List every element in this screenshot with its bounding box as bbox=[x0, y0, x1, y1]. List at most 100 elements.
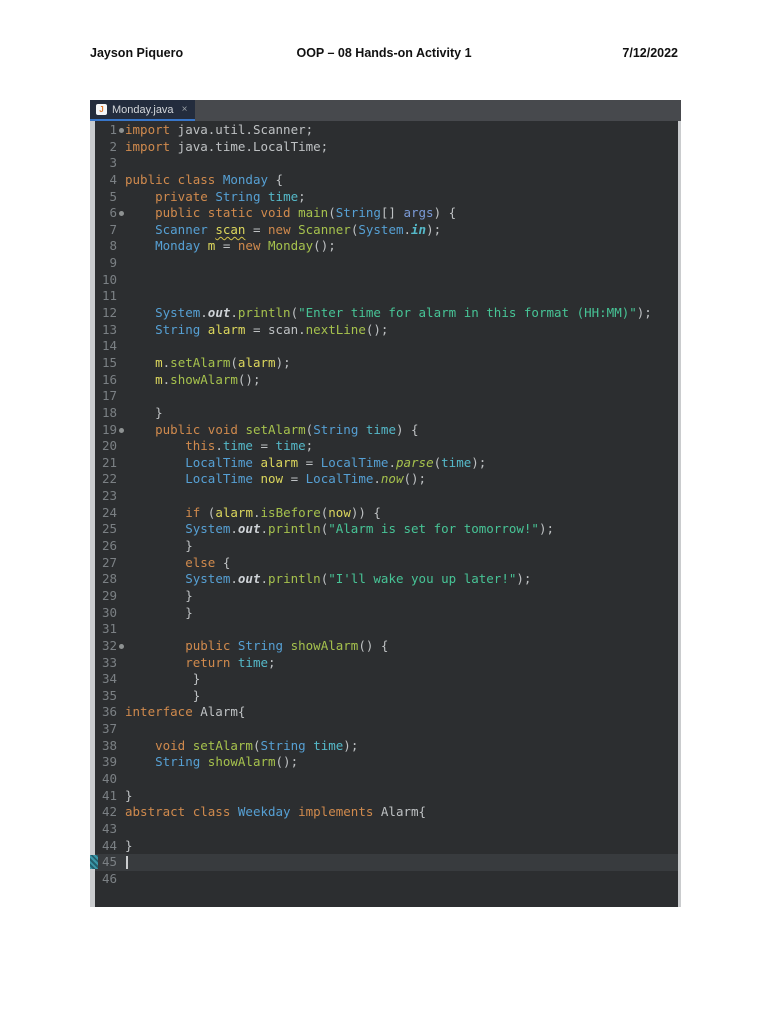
code-line[interactable]: 27 else { bbox=[90, 555, 678, 572]
gutter-mark-cell bbox=[117, 255, 125, 272]
code-line[interactable]: 7 Scanner scan = new Scanner(System.in); bbox=[90, 222, 678, 239]
code-line[interactable]: 1 import java.util.Scanner; bbox=[90, 122, 678, 139]
code-text: } bbox=[125, 587, 193, 603]
code-line[interactable]: 22 LocalTime now = LocalTime.now(); bbox=[90, 471, 678, 488]
gutter-mark-cell bbox=[117, 405, 125, 422]
code-line[interactable]: 9 bbox=[90, 255, 678, 272]
gutter-mark-cell bbox=[117, 854, 125, 871]
code-line[interactable]: 10 bbox=[90, 272, 678, 289]
gutter-mark-cell bbox=[117, 322, 125, 339]
code-text: private String time; bbox=[155, 188, 306, 204]
code-text: LocalTime alarm = LocalTime.parse(time); bbox=[185, 454, 487, 470]
code-line[interactable]: 36 interface Alarm{ bbox=[90, 704, 678, 721]
code-text: } bbox=[125, 671, 201, 687]
code-line[interactable]: 43 bbox=[90, 821, 678, 838]
gutter-mark-cell bbox=[117, 671, 125, 688]
code-line[interactable]: 2 import java.time.LocalTime; bbox=[90, 139, 678, 156]
code-text: m.setAlarm(alarm); bbox=[155, 354, 291, 370]
code-line[interactable]: 24 if (alarm.isBefore(now)) { bbox=[90, 505, 678, 522]
code-line[interactable]: 25 System.out.println("Alarm is set for … bbox=[90, 521, 678, 538]
gutter-mark-cell bbox=[117, 571, 125, 588]
code-line[interactable]: 29 } bbox=[90, 588, 678, 605]
code-line[interactable]: 39 String showAlarm(); bbox=[90, 754, 678, 771]
code-line[interactable]: 11 bbox=[90, 288, 678, 305]
gutter-mark-cell bbox=[117, 122, 125, 139]
gutter-mark-cell bbox=[117, 471, 125, 488]
gutter-mark-cell bbox=[117, 438, 125, 455]
code-text: } bbox=[125, 604, 193, 620]
code-line[interactable]: 3 bbox=[90, 155, 678, 172]
gutter-mark-cell bbox=[117, 738, 125, 755]
code-line[interactable]: 13 String alarm = scan.nextLine(); bbox=[90, 322, 678, 339]
gutter-mark-cell bbox=[117, 555, 125, 572]
gutter-mark-cell bbox=[117, 655, 125, 672]
fold-dot-icon bbox=[119, 128, 124, 133]
code-line[interactable]: 35 } bbox=[90, 688, 678, 705]
code-line[interactable]: 5 private String time; bbox=[90, 189, 678, 206]
code-text: else { bbox=[185, 554, 231, 570]
gutter-mark-cell bbox=[117, 172, 125, 189]
text-cursor bbox=[126, 856, 128, 870]
code-line[interactable]: 40 bbox=[90, 771, 678, 788]
code-line[interactable]: 16 m.showAlarm(); bbox=[90, 372, 678, 389]
code-text: String showAlarm(); bbox=[155, 754, 299, 770]
gutter-mark-cell bbox=[117, 238, 125, 255]
code-line[interactable]: 15 m.setAlarm(alarm); bbox=[90, 355, 678, 372]
document-header: Jayson Piquero OOP – 08 Hands-on Activit… bbox=[90, 46, 678, 60]
gutter-mark-cell bbox=[117, 355, 125, 372]
code-text: Monday m = new Monday(); bbox=[155, 238, 336, 254]
code-line[interactable]: 12 System.out.println("Enter time for al… bbox=[90, 305, 678, 322]
code-line[interactable]: 21 LocalTime alarm = LocalTime.parse(tim… bbox=[90, 455, 678, 472]
code-text: public String showAlarm() { bbox=[185, 637, 389, 653]
code-line[interactable]: 31 bbox=[90, 621, 678, 638]
gutter-mark-cell bbox=[117, 638, 125, 655]
code-editor[interactable]: 1 import java.util.Scanner; 2 import java.t… bbox=[90, 121, 681, 907]
ide-screenshot: J Monday.java × 1 import java.util.Scanne… bbox=[90, 100, 681, 907]
code-line[interactable]: 19 public void setAlarm(String time) { bbox=[90, 422, 678, 439]
code-line[interactable]: 18 } bbox=[90, 405, 678, 422]
code-line[interactable]: 20 this.time = time; bbox=[90, 438, 678, 455]
code-line[interactable]: 44} bbox=[90, 838, 678, 855]
code-line[interactable]: 41} bbox=[90, 788, 678, 805]
gutter-mark-cell bbox=[117, 871, 125, 888]
code-text: abstract class Weekday implements Alarm{ bbox=[125, 804, 427, 820]
tab-monday-java[interactable]: J Monday.java × bbox=[90, 100, 196, 121]
gutter-mark-cell bbox=[117, 422, 125, 439]
code-line[interactable]: 45 bbox=[90, 854, 678, 871]
code-text: } bbox=[125, 837, 133, 853]
gutter-mark-cell bbox=[117, 222, 125, 239]
code-line[interactable]: 30 } bbox=[90, 605, 678, 622]
gutter-mark-cell bbox=[117, 721, 125, 738]
code-text: public void setAlarm(String time) { bbox=[155, 421, 419, 437]
gutter-mark-cell bbox=[117, 688, 125, 705]
code-text: String alarm = scan.nextLine(); bbox=[155, 321, 389, 337]
code-text: interface Alarm{ bbox=[125, 704, 246, 720]
code-text: import java.time.LocalTime; bbox=[125, 138, 329, 154]
code-line[interactable]: 14 bbox=[90, 338, 678, 355]
gutter-mark-cell bbox=[117, 788, 125, 805]
code-line[interactable]: 28 System.out.println("I'll wake you up … bbox=[90, 571, 678, 588]
code-text: } bbox=[125, 787, 133, 803]
fold-dot-icon bbox=[119, 211, 124, 217]
right-edge-strip bbox=[678, 121, 681, 907]
tab-close-icon[interactable]: × bbox=[182, 104, 188, 115]
code-line[interactable]: 38 void setAlarm(String time); bbox=[90, 738, 678, 755]
code-line[interactable]: 37 bbox=[90, 721, 678, 738]
code-line[interactable]: 6 public static void main(String[] args)… bbox=[90, 205, 678, 222]
code-line[interactable]: 4 public class Monday { bbox=[90, 172, 678, 189]
code-line[interactable]: 23 bbox=[90, 488, 678, 505]
code-line[interactable]: 17 bbox=[90, 388, 678, 405]
code-line[interactable]: 32 public String showAlarm() { bbox=[90, 638, 678, 655]
author-name: Jayson Piquero bbox=[90, 46, 184, 60]
code-line[interactable]: 34 } bbox=[90, 671, 678, 688]
gutter-mark-cell bbox=[117, 305, 125, 322]
code-line[interactable]: 33 return time; bbox=[90, 655, 678, 672]
tab-label: Monday.java bbox=[112, 103, 174, 116]
code-line[interactable]: 46 bbox=[90, 871, 678, 888]
hint-lightbulb-icon[interactable] bbox=[90, 225, 99, 236]
code-text: } bbox=[125, 687, 201, 703]
code-line[interactable]: 42 abstract class Weekday implements Alar… bbox=[90, 804, 678, 821]
code-line[interactable]: 8 Monday m = new Monday(); bbox=[90, 238, 678, 255]
code-line[interactable]: 26 } bbox=[90, 538, 678, 555]
gutter-mark-cell bbox=[117, 621, 125, 638]
